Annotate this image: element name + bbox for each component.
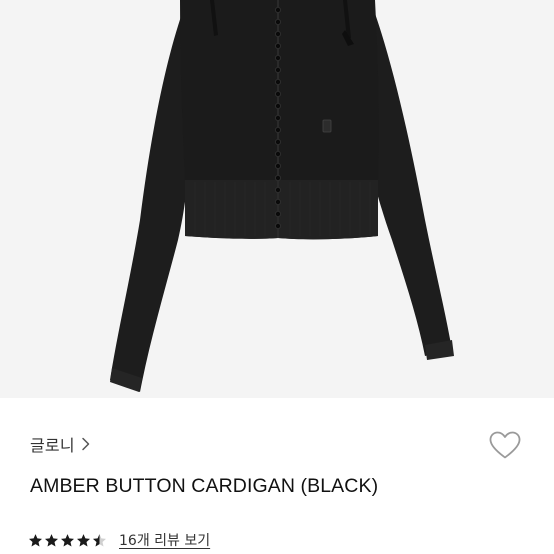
brand-name: 글로니 (30, 436, 75, 455)
product-image[interactable] (0, 0, 554, 398)
chevron-right-icon (82, 437, 90, 451)
heart-outline-icon (489, 431, 521, 459)
star-icon (77, 533, 90, 546)
wishlist-button[interactable] (485, 425, 525, 465)
star-half-icon (93, 533, 106, 546)
brand-link[interactable]: 글로니 (30, 433, 91, 455)
star-rating (28, 533, 107, 548)
star-icon (45, 533, 58, 546)
rating-row: 16개 리뷰 보기 (28, 528, 210, 552)
review-link[interactable]: 16개 리뷰 보기 (119, 530, 210, 550)
star-icon (61, 533, 74, 546)
star-icon (29, 533, 42, 546)
cardigan-photo (110, 0, 454, 392)
product-title: AMBER BUTTON CARDIGAN (BLACK) (30, 475, 379, 497)
